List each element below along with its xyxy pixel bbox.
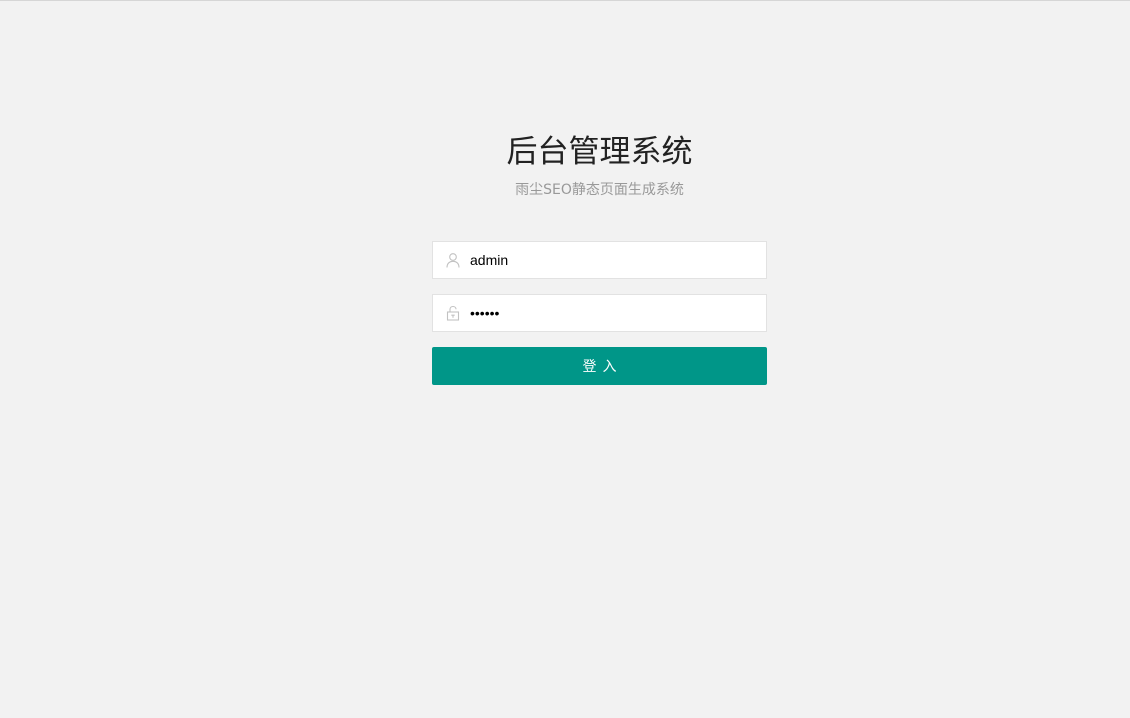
login-panel: 后台管理系统 雨尘SEO静态页面生成系统 登入 bbox=[432, 130, 767, 385]
password-field[interactable] bbox=[432, 294, 767, 332]
top-border bbox=[0, 0, 1130, 1]
lock-icon bbox=[445, 305, 461, 321]
username-field[interactable] bbox=[432, 241, 767, 279]
login-button[interactable]: 登入 bbox=[432, 347, 767, 385]
user-icon bbox=[445, 252, 461, 268]
page-title: 后台管理系统 bbox=[506, 134, 693, 170]
page-subtitle: 雨尘SEO静态页面生成系统 bbox=[515, 182, 684, 198]
username-input[interactable] bbox=[470, 242, 755, 278]
password-input[interactable] bbox=[470, 295, 755, 331]
